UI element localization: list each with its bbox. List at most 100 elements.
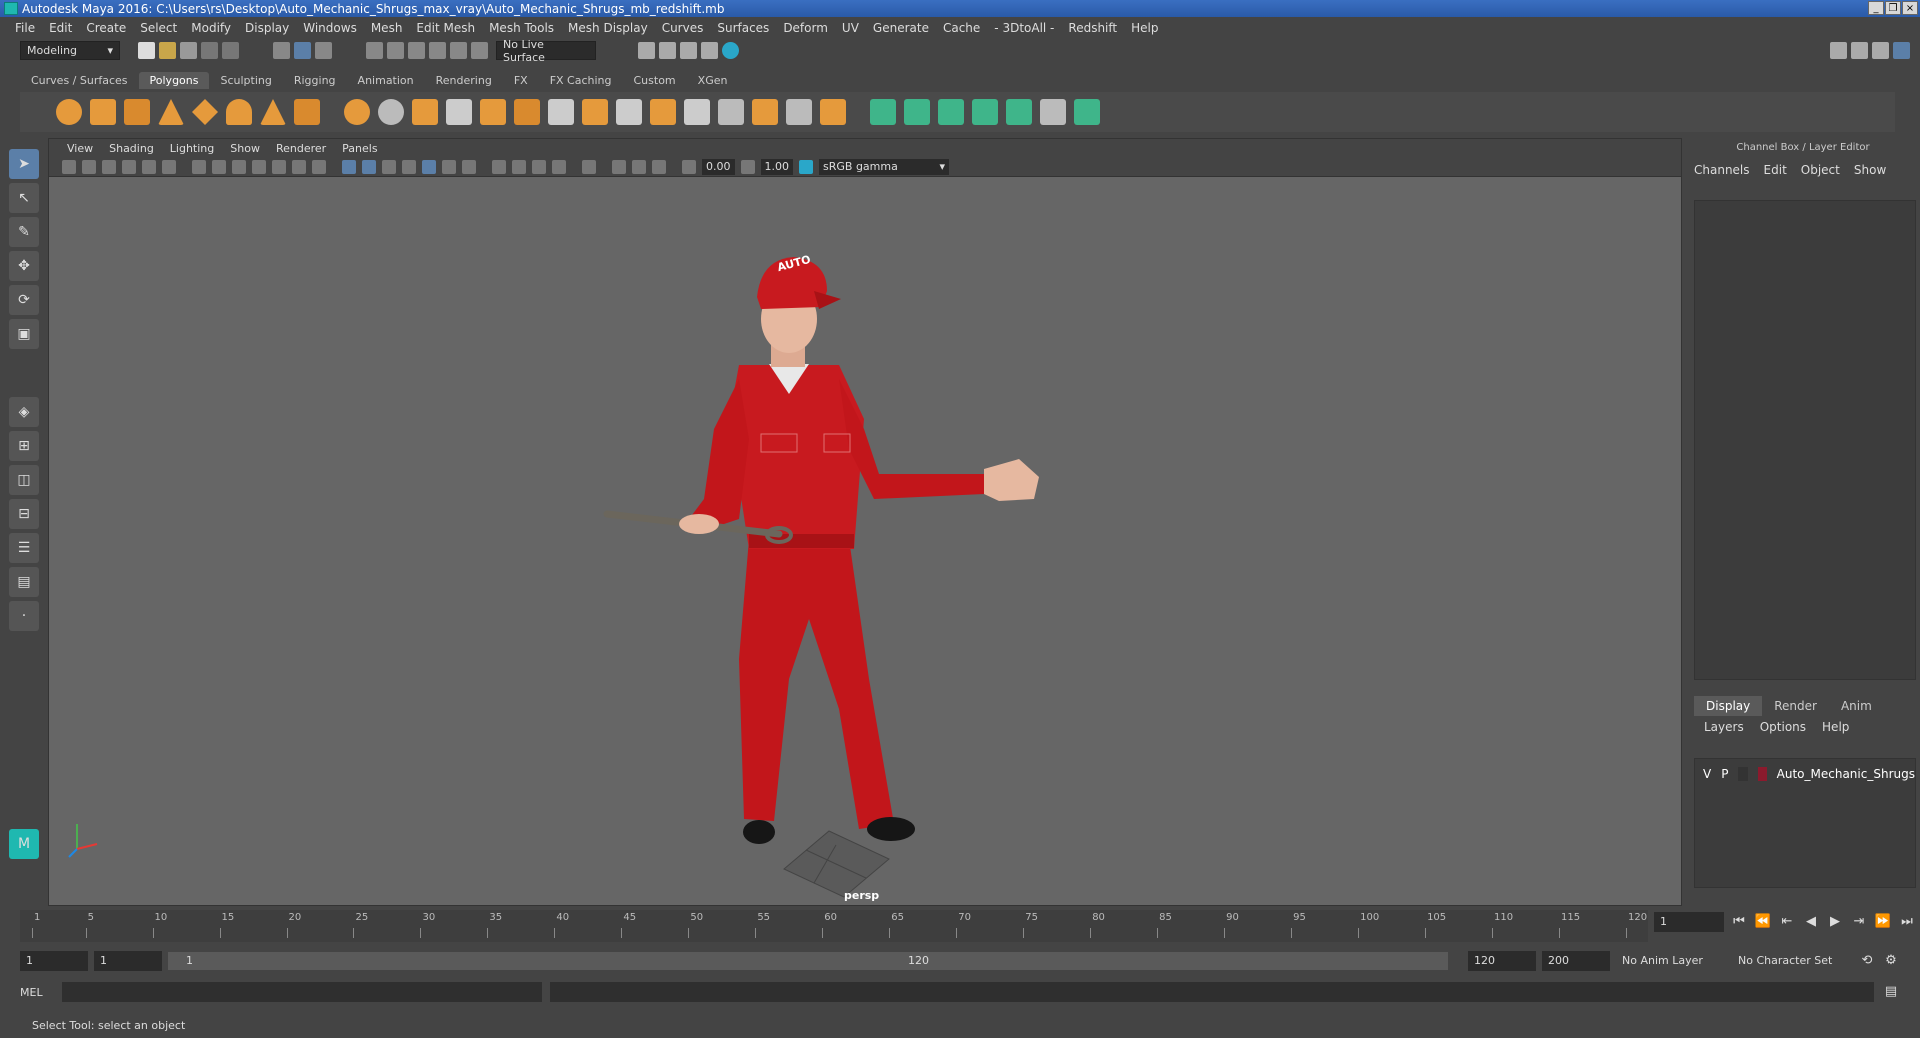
go-to-start-icon[interactable]: ⏮: [1730, 913, 1748, 931]
step-back-key-icon[interactable]: ⇤: [1778, 913, 1796, 931]
save-scene-icon[interactable]: [180, 42, 197, 59]
viewport-panel[interactable]: View Shading Lighting Show Renderer Panels: [48, 138, 1682, 906]
extract-icon[interactable]: [412, 99, 438, 125]
four-pane-layout-icon[interactable]: ⊞: [9, 431, 39, 461]
shelf-tab-curves-surfaces[interactable]: Curves / Surfaces: [20, 72, 139, 89]
channel-box-icon[interactable]: [1893, 42, 1910, 59]
menu-display[interactable]: Display: [238, 21, 296, 35]
2d-pan-zoom-icon[interactable]: [142, 159, 156, 174]
color-management-icon[interactable]: [799, 159, 813, 174]
resolution-gate-icon[interactable]: [232, 159, 246, 174]
select-object-icon[interactable]: [294, 42, 311, 59]
menu-deform[interactable]: Deform: [776, 21, 835, 35]
spherical-map-icon[interactable]: [972, 99, 998, 125]
uv-editor-icon[interactable]: [870, 99, 896, 125]
menu-edit[interactable]: Edit: [42, 21, 79, 35]
step-forward-key-icon[interactable]: ⇥: [1850, 913, 1868, 931]
exposure-icon[interactable]: [682, 159, 696, 174]
two-pane-stacked-layout-icon[interactable]: ⊟: [9, 499, 39, 529]
render-view-icon[interactable]: [659, 42, 676, 59]
maya-home-icon[interactable]: M: [9, 829, 39, 859]
step-forward-frame-icon[interactable]: ⏩: [1874, 913, 1892, 931]
automatic-map-icon[interactable]: [1006, 99, 1032, 125]
shelf-tab-animation[interactable]: Animation: [347, 72, 425, 89]
exposure-field[interactable]: 0.00: [702, 158, 735, 175]
viewport-menu-show[interactable]: Show: [222, 142, 268, 155]
command-language-label[interactable]: MEL: [20, 986, 54, 999]
lasso-tool-icon[interactable]: ↖: [9, 183, 39, 213]
poly-cone-icon[interactable]: [158, 99, 184, 125]
gamma-field[interactable]: 1.00: [760, 158, 793, 175]
target-weld-icon[interactable]: [786, 99, 812, 125]
layer-tab-anim[interactable]: Anim: [1829, 696, 1884, 716]
viewport-menu-shading[interactable]: Shading: [101, 142, 162, 155]
cylindrical-map-icon[interactable]: [938, 99, 964, 125]
screen-space-ao-icon[interactable]: [492, 159, 506, 174]
go-to-end-icon[interactable]: ⏭: [1898, 913, 1916, 931]
camera-attributes-icon[interactable]: [82, 159, 96, 174]
insert-edge-loop-icon[interactable]: [718, 99, 744, 125]
viewport-menu-lighting[interactable]: Lighting: [162, 142, 222, 155]
menu-windows[interactable]: Windows: [296, 21, 364, 35]
select-component-icon[interactable]: [315, 42, 332, 59]
outliner-layout-icon[interactable]: ☰: [9, 533, 39, 563]
use-all-lights-icon[interactable]: [442, 159, 456, 174]
menu-mesh[interactable]: Mesh: [364, 21, 410, 35]
layer-tab-display[interactable]: Display: [1694, 696, 1763, 716]
shelf-tab-custom[interactable]: Custom: [623, 72, 687, 89]
camera-select-icon[interactable]: [62, 159, 76, 174]
scale-tool-icon[interactable]: ▣: [9, 319, 39, 349]
undo-icon[interactable]: [201, 42, 218, 59]
extrude-icon[interactable]: [514, 99, 540, 125]
step-back-frame-icon[interactable]: ⏪: [1754, 913, 1772, 931]
layer-name[interactable]: Auto_Mechanic_Shrugs: [1777, 767, 1915, 781]
shelf-tab-fx-caching[interactable]: FX Caching: [539, 72, 623, 89]
layer-menu-options[interactable]: Options: [1760, 720, 1806, 734]
snap-curve-icon[interactable]: [387, 42, 404, 59]
play-backwards-icon[interactable]: ◀: [1802, 913, 1820, 931]
minimize-button[interactable]: _: [1868, 1, 1884, 15]
shadows-icon[interactable]: [462, 159, 476, 174]
menu-3dtoall[interactable]: - 3DtoAll -: [987, 21, 1061, 35]
close-button[interactable]: ×: [1902, 1, 1918, 15]
playback-start-field[interactable]: 1: [94, 951, 162, 971]
shelf-tab-polygons[interactable]: Polygons: [138, 72, 210, 89]
viewport-menu-panels[interactable]: Panels: [334, 142, 385, 155]
layer-color-swatch[interactable]: [1757, 767, 1767, 781]
wireframe-on-shaded-icon[interactable]: [402, 159, 416, 174]
separate-icon[interactable]: [378, 99, 404, 125]
menu-generate[interactable]: Generate: [866, 21, 936, 35]
menu-redshift[interactable]: Redshift: [1061, 21, 1124, 35]
channel-box-menu-edit[interactable]: Edit: [1764, 163, 1787, 177]
layer-playback-toggle[interactable]: P: [1721, 767, 1728, 781]
sew-uv-icon[interactable]: [1074, 99, 1100, 125]
snap-view-icon[interactable]: [429, 42, 446, 59]
poly-plane-icon[interactable]: [192, 99, 218, 125]
menu-create[interactable]: Create: [79, 21, 133, 35]
menu-curves[interactable]: Curves: [655, 21, 711, 35]
redo-icon[interactable]: [222, 42, 239, 59]
grease-pencil-icon[interactable]: [162, 159, 176, 174]
shelf-tab-sculpting[interactable]: Sculpting: [209, 72, 282, 89]
fill-hole-icon[interactable]: [650, 99, 676, 125]
smooth-shade-icon[interactable]: [362, 159, 376, 174]
append-polygon-icon[interactable]: [752, 99, 778, 125]
magnet-icon[interactable]: [471, 42, 488, 59]
layer-visibility-toggle[interactable]: V: [1703, 767, 1711, 781]
snap-surface-icon[interactable]: [450, 42, 467, 59]
snap-grid-icon[interactable]: [366, 42, 383, 59]
layer-display-type-toggle[interactable]: [1738, 767, 1748, 781]
animation-preferences-icon[interactable]: ⚙: [1882, 952, 1900, 970]
shelf-tab-rigging[interactable]: Rigging: [283, 72, 347, 89]
bridge-icon[interactable]: [548, 99, 574, 125]
merge-icon[interactable]: [616, 99, 642, 125]
menu-set-dropdown[interactable]: Modeling ▾: [20, 41, 120, 60]
animation-start-field[interactable]: 1: [20, 951, 88, 971]
3d-scene[interactable]: AUTO persp: [49, 179, 1681, 905]
smooth-icon[interactable]: [446, 99, 472, 125]
two-pane-side-layout-icon[interactable]: ◫: [9, 465, 39, 495]
xray-active-icon[interactable]: [632, 159, 646, 174]
viewport-menu-renderer[interactable]: Renderer: [268, 142, 334, 155]
multi-cut-icon[interactable]: [684, 99, 710, 125]
poly-cube-icon[interactable]: [90, 99, 116, 125]
